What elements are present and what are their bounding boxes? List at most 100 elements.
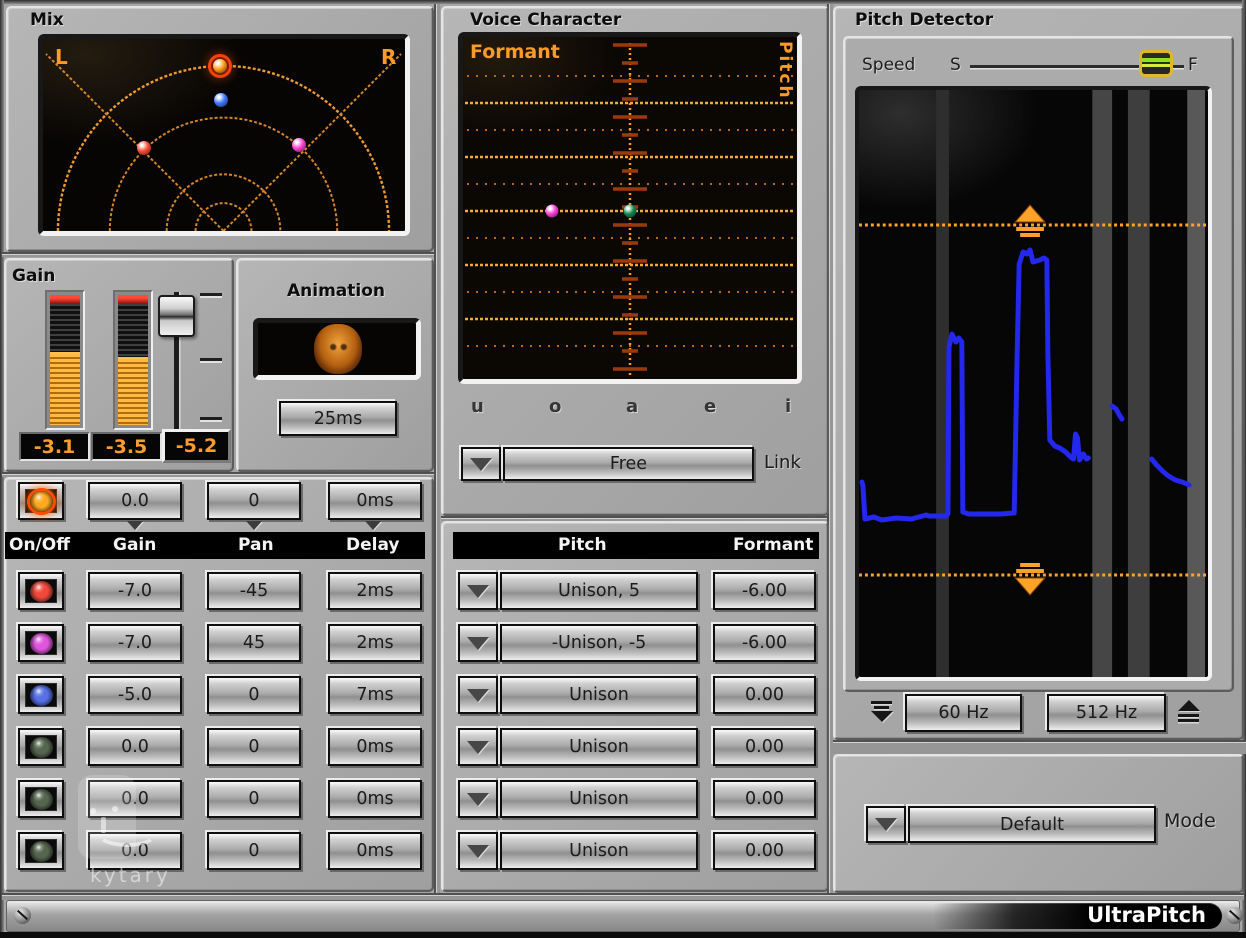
animation-rate-button[interactable]: 25ms [279, 401, 397, 436]
mode-dropdown-value[interactable]: Default [908, 806, 1156, 843]
pitch-dropdown-value-3[interactable]: Unison [500, 676, 698, 714]
voice-character-dots-layer [463, 37, 797, 379]
voice-2-gain-value[interactable]: -7.0 [88, 624, 182, 662]
pitch-dropdown-arrow-6[interactable] [458, 832, 498, 870]
voice-1-delay-value[interactable]: 2ms [328, 572, 422, 610]
fader-tick [200, 417, 222, 420]
mix-dot-voice-3[interactable] [214, 93, 228, 107]
range-min-icon[interactable] [869, 700, 895, 726]
voice-6-gain-value[interactable]: 0.0 [88, 832, 182, 870]
pitch-dropdown-arrow-4[interactable] [458, 728, 498, 766]
voice-5-delay-value[interactable]: 0ms [328, 780, 422, 818]
voice-1-gain-value[interactable]: -7.0 [88, 572, 182, 610]
formant-value-1[interactable]: -6.00 [713, 572, 816, 610]
voice-1-onoff-button[interactable] [18, 572, 64, 610]
vowel-i-label: i [785, 396, 791, 417]
pitch-table-header: Pitch Formant [453, 532, 819, 559]
voice-4-onoff-button[interactable] [18, 728, 64, 766]
led-well [25, 489, 57, 513]
link-label: Link [764, 452, 801, 473]
pitch-dropdown-value-6[interactable]: Unison [500, 832, 698, 870]
pitch-dropdown-value-5[interactable]: Unison [500, 780, 698, 818]
voice-4-led [30, 737, 53, 758]
range-max-icon[interactable] [1176, 700, 1202, 726]
window-edge-top [0, 0, 1246, 4]
voice-4-delay-value[interactable]: 0ms [328, 728, 422, 766]
led-well [25, 631, 57, 655]
voice-3-gain-value[interactable]: -5.0 [88, 676, 182, 714]
voice-4-gain-value[interactable]: 0.0 [88, 728, 182, 766]
formant-dot[interactable] [546, 205, 559, 218]
voice-6-pan-value[interactable]: 0 [207, 832, 301, 870]
formant-value-6[interactable]: 0.00 [713, 832, 816, 870]
voice-5-pan-value[interactable]: 0 [207, 780, 301, 818]
main-pan-value[interactable]: 0 [207, 482, 301, 520]
pitch-detector-display[interactable] [855, 86, 1212, 681]
main-delay-value[interactable]: 0ms [328, 482, 422, 520]
voice-3-led [30, 685, 53, 706]
pitch-dropdown-arrow-1[interactable] [458, 572, 498, 610]
fader-tick [200, 293, 222, 296]
onoff-header: On/Off [9, 535, 70, 555]
mix-dot-voice-2[interactable] [292, 138, 306, 152]
mix-dot-main[interactable] [213, 59, 227, 73]
chevron-down-icon [467, 585, 489, 598]
voice-4-pan-value[interactable]: 0 [207, 728, 301, 766]
chevron-down-icon [467, 741, 489, 754]
voice-2-led [30, 633, 53, 654]
speed-slider-handle[interactable] [1139, 50, 1173, 77]
mix-dot-voice-1[interactable] [137, 141, 151, 155]
pitch-dot[interactable] [624, 205, 637, 218]
main-voice-onoff-button[interactable] [18, 482, 64, 520]
chevron-down-icon [467, 845, 489, 858]
pan-header: Pan [238, 535, 274, 555]
led-well [25, 787, 57, 811]
brand-plate: UltraPitch [933, 903, 1222, 929]
vowel-o-label: o [549, 396, 561, 417]
formant-value-2[interactable]: -6.00 [713, 624, 816, 662]
main-gain-value[interactable]: 0.0 [88, 482, 182, 520]
voice-character-display[interactable]: Formant Pitch [458, 32, 802, 384]
chevron-down-icon [467, 637, 489, 650]
voice-5-onoff-button[interactable] [18, 780, 64, 818]
gain-title: Gain [12, 266, 55, 286]
formant-value-3[interactable]: 0.00 [713, 676, 816, 714]
pitch-dropdown-value-2[interactable]: -Unison, -5 [500, 624, 698, 662]
voice-6-onoff-button[interactable] [18, 832, 64, 870]
link-dropdown-arrow[interactable] [461, 447, 501, 481]
link-dropdown-value[interactable]: Free [503, 447, 754, 481]
high-freq-button[interactable]: 512 Hz [1047, 694, 1166, 732]
led-well [25, 839, 57, 863]
voice-5-gain-value[interactable]: 0.0 [88, 780, 182, 818]
voice-3-pan-value[interactable]: 0 [207, 676, 301, 714]
pitch-dropdown-arrow-3[interactable] [458, 676, 498, 714]
gain-readout-left: -3.1 [19, 432, 90, 461]
pitch-dropdown-arrow-2[interactable] [458, 624, 498, 662]
mix-pan-display[interactable]: L R [38, 34, 410, 236]
delay-header: Delay [346, 535, 400, 555]
chevron-down-icon [467, 689, 489, 702]
voice-1-led [30, 581, 53, 602]
meter-peak-led [50, 295, 80, 304]
formant-value-5[interactable]: 0.00 [713, 780, 816, 818]
voice-6-delay-value[interactable]: 0ms [328, 832, 422, 870]
gain-fader-handle[interactable] [158, 295, 195, 337]
low-freq-button[interactable]: 60 Hz [905, 694, 1022, 732]
voice-3-onoff-button[interactable] [18, 676, 64, 714]
voice-1-pan-value[interactable]: -45 [207, 572, 301, 610]
voice-2-delay-value[interactable]: 2ms [328, 624, 422, 662]
formant-value-4[interactable]: 0.00 [713, 728, 816, 766]
column-pointer-icon [365, 521, 381, 530]
pitch-dropdown-value-1[interactable]: Unison, 5 [500, 572, 698, 610]
voice-3-delay-value[interactable]: 7ms [328, 676, 422, 714]
mode-dropdown-arrow[interactable] [866, 806, 906, 843]
chevron-down-icon [875, 818, 897, 831]
speed-slow-label: S [950, 55, 961, 75]
mix-dots-layer [43, 39, 405, 231]
voice-2-onoff-button[interactable] [18, 624, 64, 662]
meter-fill [118, 357, 148, 425]
voice-2-pan-value[interactable]: 45 [207, 624, 301, 662]
pitch-dropdown-arrow-5[interactable] [458, 780, 498, 818]
divider-bottom [2, 893, 1244, 900]
pitch-dropdown-value-4[interactable]: Unison [500, 728, 698, 766]
